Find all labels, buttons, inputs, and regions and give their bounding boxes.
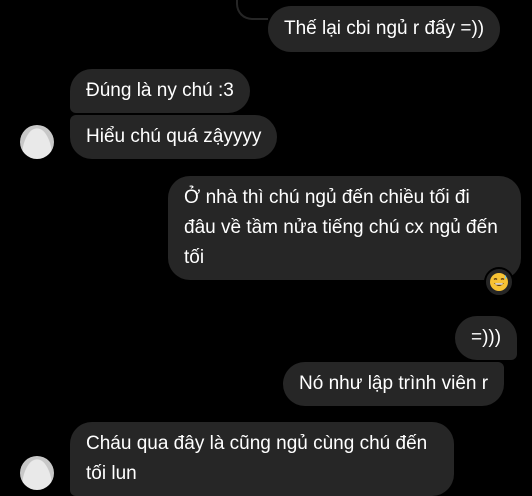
message-bubble-sent[interactable]: Thế lại cbi ngủ r đấy =)) [268, 6, 501, 52]
message-text: Nó như lập trình viên r [299, 373, 489, 394]
message-text: Hiểu chú quá zậyyyy [86, 126, 262, 147]
message-bubble-sent[interactable]: Ở nhà thì chú ngủ đến chiều tối đi đâu v… [168, 176, 521, 280]
message-bubble-sent[interactable]: Nó như lập trình viên r [283, 362, 505, 406]
message-bubble-received[interactable]: Đúng là ny chú :3 [70, 69, 250, 113]
message-reaction[interactable] [484, 267, 514, 297]
message-bubble-received[interactable]: Hiểu chú quá zậyyyy [70, 115, 278, 159]
message-bubble-received[interactable]: Cháu qua đây là cũng ngủ cùng chú đến tố… [70, 422, 454, 496]
message-text: Cháu qua đây là cũng ngủ cùng chú đến tố… [86, 433, 428, 484]
message-text: Ở nhà thì chú ngủ đến chiều tối đi đâu v… [184, 187, 498, 268]
reply-connector-line [236, 0, 268, 20]
contact-avatar[interactable] [20, 125, 54, 159]
message-text: Thế lại cbi ngủ r đấy =)) [284, 18, 485, 39]
message-bubble-sent[interactable]: =))) [455, 316, 518, 360]
grinning-sweat-emoji-icon [490, 273, 508, 291]
contact-avatar[interactable] [20, 456, 54, 490]
message-text: Đúng là ny chú :3 [86, 80, 234, 101]
message-thread: Thế lại cbi ngủ r đấy =)) Đúng là ny chú… [0, 0, 532, 496]
message-text: =))) [471, 327, 502, 348]
